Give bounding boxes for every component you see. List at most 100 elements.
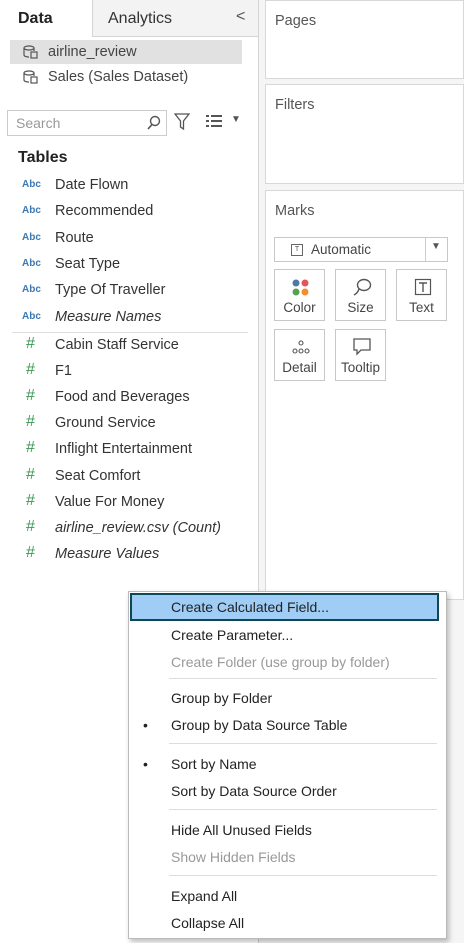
menu-item-hide-all-unused-fields[interactable]: Hide All Unused Fields [129,817,446,843]
menu-item-label: Create Folder (use group by folder) [171,654,390,670]
search-placeholder: Search [16,115,61,131]
field-label: Seat Type [55,255,121,272]
field-measure[interactable]: # Measure Values [0,543,258,569]
number-type-icon: # [26,387,35,405]
marks-button-label: Tooltip [340,360,381,375]
number-type-icon: # [26,517,35,535]
marks-color-button[interactable]: Color [274,269,325,321]
chevron-down-icon[interactable]: ▼ [431,241,441,252]
menu-item-label: Create Parameter... [171,627,294,643]
filter-icon[interactable] [174,112,190,132]
menu-item-expand-all[interactable]: Expand All [129,883,446,909]
pages-shelf-title: Pages [275,13,317,29]
search-input[interactable]: Search [7,110,167,136]
field-label: Type Of Traveller [55,282,166,299]
string-type-icon: Abc [22,284,41,296]
chevron-down-icon[interactable]: ▼ [231,114,241,125]
field-measure[interactable]: # Inflight Entertainment [0,438,258,464]
datasource-sales[interactable]: Sales (Sales Dataset) [10,65,242,89]
datasource-label: airline_review [48,44,137,60]
field-dimension[interactable]: Abc Type Of Traveller [0,279,258,305]
field-label: Inflight Entertainment [55,441,193,458]
marks-text-button[interactable]: Text [396,269,447,321]
menu-item-sort-by-data-source-order[interactable]: Sort by Data Source Order [129,778,446,804]
menu-item-sort-by-name[interactable]: • Sort by Name [129,751,446,777]
tables-heading: Tables [18,149,68,166]
field-label: Seat Comfort [55,467,141,484]
size-lasso-icon [353,278,372,296]
mark-type-dropdown[interactable]: T Automatic ▼ [274,237,448,262]
string-type-icon: Abc [22,205,41,217]
number-type-icon: # [26,491,35,509]
tab-data[interactable]: Data [0,0,93,37]
field-measure[interactable]: # airline_review.csv (Count) [0,517,258,543]
field-label: Value For Money [55,493,165,510]
number-type-icon: # [26,465,35,483]
tab-analytics[interactable]: Analytics [93,0,258,37]
field-label: Measure Names [55,308,162,325]
field-label: F1 [55,363,72,380]
menu-item-label: Collapse All [171,915,245,931]
field-dimension[interactable]: Abc Seat Type [0,253,258,279]
menu-item-show-hidden-fields: Show Hidden Fields [129,844,446,870]
marks-button-label: Size [347,300,374,315]
field-dimension[interactable]: Abc Recommended [0,200,258,226]
menu-separator [169,809,437,810]
text-T-icon [414,278,432,296]
datasource-icon [23,70,38,84]
marks-button-label: Color [283,300,316,315]
marks-detail-button[interactable]: Detail [274,329,325,381]
field-label: Route [55,229,94,246]
field-label: airline_review.csv (Count) [55,519,222,536]
number-type-icon: # [26,335,35,352]
view-list-icon[interactable] [205,114,223,128]
number-type-icon: # [26,543,35,561]
mark-type-label: Automatic [311,242,372,257]
datasource-icon [23,45,38,59]
checked-bullet-icon: • [143,717,148,733]
menu-item-label: Create Calculated Field... [171,599,329,615]
field-measure[interactable]: # Seat Comfort [0,465,258,491]
marks-size-button[interactable]: Size [335,269,386,321]
string-type-icon: Abc [22,257,41,269]
menu-item-group-by-folder[interactable]: Group by Folder [129,685,446,711]
menu-item-collapse-all[interactable]: Collapse All [129,910,446,936]
menu-item-group-by-data-source-table[interactable]: • Group by Data Source Table [129,712,446,738]
field-measure[interactable]: # Value For Money [0,491,258,517]
menu-item-label: Sort by Name [171,756,257,772]
field-label: Ground Service [55,415,156,432]
number-type-icon: # [26,413,35,431]
field-measure[interactable]: # Food and Beverages [0,386,258,412]
detail-dots-icon [292,340,310,354]
menu-item-label: Group by Folder [171,690,273,706]
string-type-icon: Abc [22,231,41,243]
field-dimension[interactable]: Abc Measure Names [0,306,258,332]
field-label: Cabin Staff Service [55,337,179,353]
menu-item-create-calculated-field[interactable]: Create Calculated Field... [130,593,439,621]
filters-shelf-title: Filters [275,97,315,113]
marks-card-title: Marks [275,203,315,219]
field-dimension[interactable]: Abc Route [0,227,258,253]
field-label: Food and Beverages [55,389,190,406]
pages-shelf[interactable]: Pages [265,0,464,79]
menu-item-label: Show Hidden Fields [171,849,296,865]
field-measure[interactable]: # Cabin Staff Service [0,334,258,360]
field-label: Date Flown [55,177,129,193]
collapse-pane-icon[interactable]: < [236,8,245,26]
menu-separator [169,743,437,744]
checked-bullet-icon: • [143,756,148,772]
menu-item-label: Hide All Unused Fields [171,822,312,838]
field-dimension[interactable]: Abc Date Flown [0,174,258,200]
field-label: Recommended [55,203,154,220]
field-measure[interactable]: # F1 [0,360,258,386]
datasource-label: Sales (Sales Dataset) [48,69,189,85]
number-type-icon: # [26,361,35,379]
menu-item-create-parameter[interactable]: Create Parameter... [129,622,446,648]
filters-shelf[interactable]: Filters [265,84,464,184]
menu-item-label: Expand All [171,888,238,904]
fields-divider [12,332,248,333]
datasource-airline-review[interactable]: airline_review [10,40,242,64]
field-measure[interactable]: # Ground Service [0,412,258,438]
marks-tooltip-button[interactable]: Tooltip [335,329,386,381]
tooltip-bubble-icon [353,338,371,356]
